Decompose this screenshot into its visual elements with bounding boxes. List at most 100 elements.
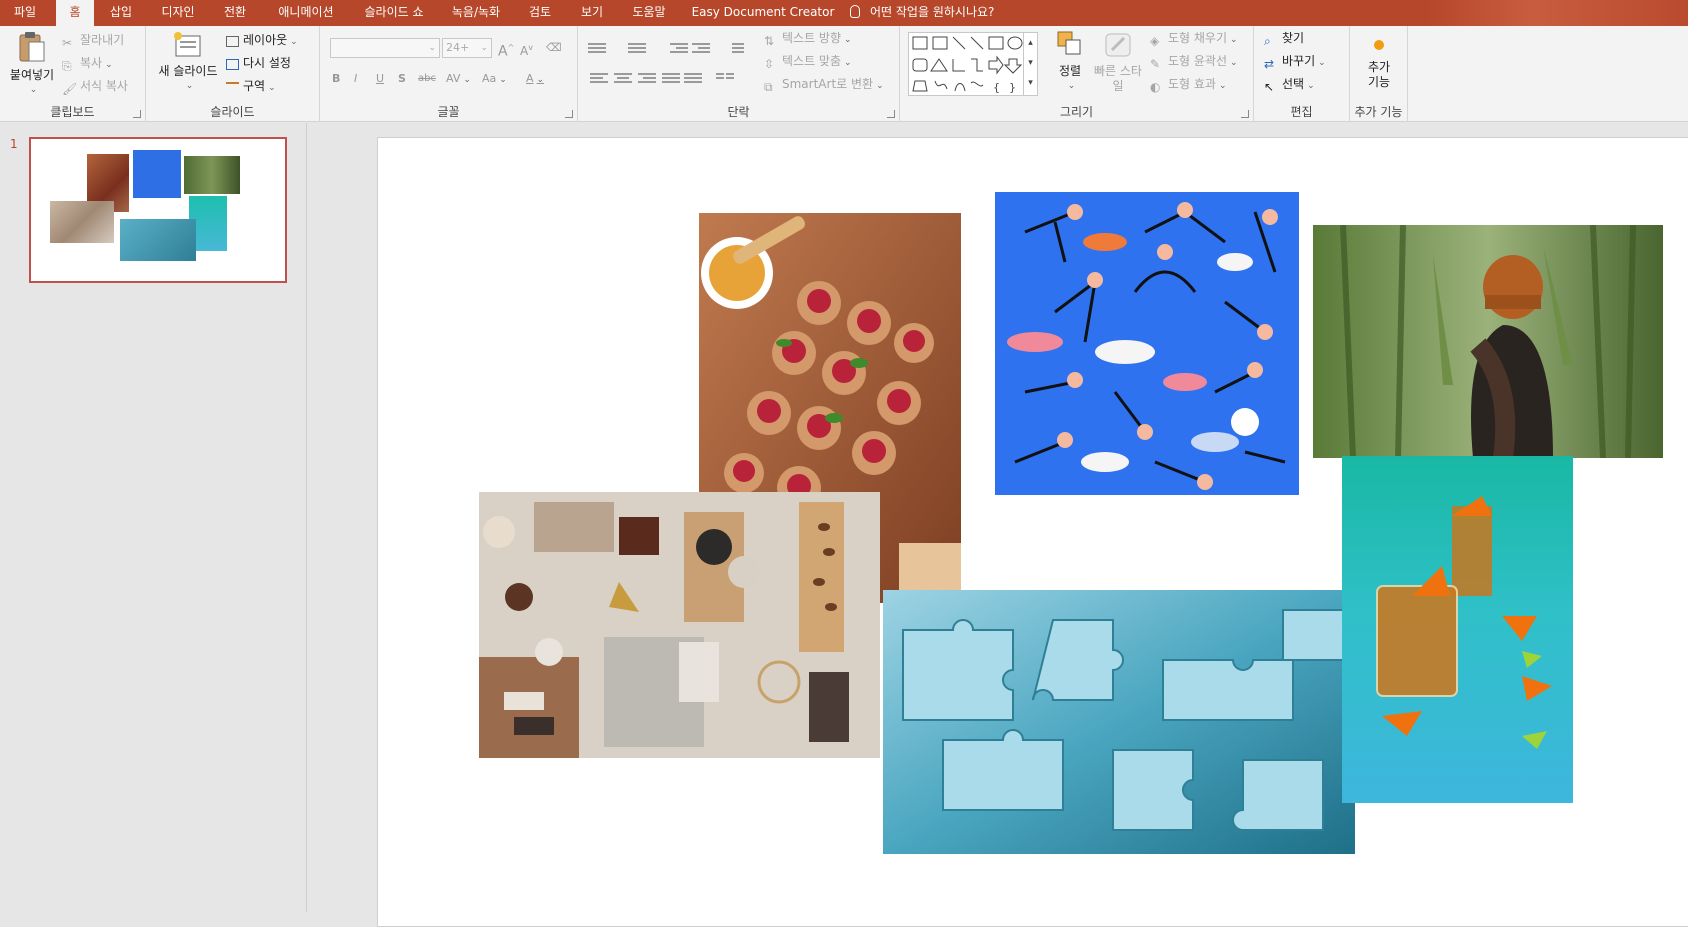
tell-me-box[interactable]: 어떤 작업을 원하시나요? bbox=[850, 0, 994, 26]
quick-styles-label: 빠른 스타일 bbox=[1094, 64, 1142, 93]
shape-fill-button[interactable]: ◈ 도형 채우기 ⌄ bbox=[1150, 28, 1238, 48]
dialog-launcher-icon[interactable] bbox=[887, 110, 895, 118]
bold-icon[interactable]: B bbox=[332, 70, 340, 88]
chevron-down-icon: ⌄ bbox=[1230, 35, 1238, 45]
align-right-icon[interactable] bbox=[638, 72, 656, 86]
copy-button[interactable]: ⎘ 복사 ⌄ bbox=[62, 53, 113, 73]
dialog-launcher-icon[interactable] bbox=[1241, 110, 1249, 118]
shapes-gallery[interactable]: {} ▴ ▾ ▾ bbox=[908, 32, 1038, 96]
chevron-down-icon: ⌄ bbox=[844, 58, 852, 68]
shape-effects-button[interactable]: ◐ 도형 효과 ⌄ bbox=[1150, 74, 1227, 94]
clear-formatting-icon[interactable]: ⌫ bbox=[546, 39, 562, 57]
clipboard-group-label: 클립보드 bbox=[50, 105, 95, 119]
editing-group: ⌕ 찾기 ⇄ 바꾸기 ⌄ ↖ 선택 ⌄ 편집 bbox=[1254, 26, 1350, 122]
tab-help[interactable]: 도움말 bbox=[624, 0, 674, 26]
numbering-icon[interactable] bbox=[628, 41, 646, 55]
align-text-label: 텍스트 맞춤 bbox=[782, 54, 842, 68]
change-case-icon[interactable]: Aa ⌄ bbox=[482, 70, 507, 88]
chevron-down-icon: ⌄ bbox=[1318, 58, 1326, 68]
strikethrough-icon[interactable]: abc bbox=[418, 70, 436, 88]
tab-design[interactable]: 디자인 bbox=[150, 0, 206, 26]
line-spacing-icon[interactable] bbox=[726, 41, 744, 55]
layout-button[interactable]: 레이아웃 ⌄ bbox=[226, 30, 298, 50]
shape-fill-label: 도형 채우기 bbox=[1168, 31, 1228, 45]
thumb-image bbox=[50, 201, 114, 243]
tab-view[interactable]: 보기 bbox=[572, 0, 612, 26]
reset-button[interactable]: 다시 설정 bbox=[226, 53, 291, 73]
paste-button[interactable]: 붙여넣기 ⌄ bbox=[4, 30, 60, 98]
shape-outline-button[interactable]: ✎ 도형 윤곽선 ⌄ bbox=[1150, 51, 1238, 71]
addins-group: 추가 기능 추가 기능 bbox=[1350, 26, 1408, 122]
chevron-down-icon: ⌄ bbox=[1307, 81, 1315, 91]
underline-icon[interactable]: U bbox=[376, 70, 384, 88]
illustration-photo[interactable] bbox=[995, 192, 1299, 495]
columns-icon[interactable] bbox=[716, 72, 734, 86]
cursor-icon: ↖ bbox=[1264, 80, 1275, 94]
decrease-indent-icon[interactable] bbox=[670, 41, 688, 55]
distributed-icon[interactable] bbox=[684, 72, 702, 86]
arrange-label: 정렬 bbox=[1058, 64, 1082, 78]
drawing-group-label: 그리기 bbox=[1059, 105, 1094, 119]
section-label: 구역 bbox=[243, 79, 266, 93]
slides-group: 새 슬라이드 ⌄ 레이아웃 ⌄ 다시 설정 구역 ⌄ 슬라이드 bbox=[146, 26, 320, 122]
layout-label: 레이아웃 bbox=[243, 33, 288, 47]
lightbulb-icon bbox=[850, 5, 860, 18]
new-slide-label: 새 슬라이드 bbox=[158, 64, 218, 78]
copy-label: 복사 bbox=[80, 56, 103, 70]
gallery-scroll[interactable]: ▴ ▾ ▾ bbox=[1023, 33, 1037, 95]
shape-effects-label: 도형 효과 bbox=[1168, 77, 1216, 91]
bullets-icon[interactable] bbox=[588, 41, 606, 55]
text-direction-button[interactable]: ⇅ 텍스트 방향 ⌄ bbox=[764, 28, 852, 48]
char-spacing-icon[interactable]: AV ⌄ bbox=[446, 70, 471, 88]
font-name-box[interactable]: ⌄ bbox=[330, 38, 440, 58]
shape-outline-label: 도형 윤곽선 bbox=[1168, 54, 1228, 68]
shadow-icon[interactable]: S bbox=[398, 70, 406, 88]
align-left-icon[interactable] bbox=[590, 72, 608, 86]
new-slide-button[interactable]: 새 슬라이드 ⌄ bbox=[154, 30, 222, 94]
format-painter-button[interactable]: 🖌 서식 복사 bbox=[62, 76, 128, 96]
clipboard-group: 붙여넣기 ⌄ ✂ 잘라내기 ⎘ 복사 ⌄ 🖌 서식 복사 클립보드 bbox=[0, 26, 146, 122]
dialog-launcher-icon[interactable] bbox=[133, 110, 141, 118]
select-button[interactable]: ↖ 선택 ⌄ bbox=[1264, 74, 1315, 94]
tab-animations[interactable]: 애니메이션 bbox=[266, 0, 346, 26]
section-icon bbox=[226, 82, 239, 93]
align-text-button[interactable]: ⇳ 텍스트 맞춤 ⌄ bbox=[764, 51, 852, 71]
tab-slideshow[interactable]: 슬라이드 쇼 bbox=[354, 0, 434, 26]
replace-button[interactable]: ⇄ 바꾸기 ⌄ bbox=[1264, 51, 1326, 71]
increase-font-icon[interactable]: A^ bbox=[498, 39, 514, 60]
shapes-gallery-icons: {} bbox=[912, 36, 1023, 94]
paragraph-group: ⇅ 텍스트 방향 ⌄ ⇳ 텍스트 맞춤 ⌄ ⧉ SmartArt로 변환 ⌄ 단락 bbox=[578, 26, 900, 122]
slide-thumbnail[interactable] bbox=[29, 137, 287, 283]
addins-group-label: 추가 기능 bbox=[1354, 105, 1403, 119]
section-button[interactable]: 구역 ⌄ bbox=[226, 76, 276, 96]
paste-icon bbox=[19, 32, 45, 62]
find-button[interactable]: ⌕ 찾기 bbox=[1264, 28, 1304, 48]
dialog-launcher-icon[interactable] bbox=[565, 110, 573, 118]
cocktail-photo[interactable] bbox=[1342, 456, 1573, 803]
increase-indent-icon[interactable] bbox=[692, 41, 710, 55]
moodboard-photo[interactable] bbox=[479, 492, 880, 758]
tab-review[interactable]: 검토 bbox=[520, 0, 560, 26]
font-color-icon[interactable]: A ⌄ bbox=[526, 70, 544, 88]
font-size-box[interactable]: 24+ ⌄ bbox=[442, 38, 492, 58]
decrease-font-icon[interactable]: Av bbox=[520, 39, 533, 58]
cut-button[interactable]: ✂ 잘라내기 bbox=[62, 30, 124, 50]
arrange-button[interactable]: 정렬 ⌄ bbox=[1050, 30, 1090, 94]
slide-canvas[interactable] bbox=[377, 137, 1688, 927]
tab-easy-document-creator[interactable]: Easy Document Creator bbox=[688, 0, 838, 26]
puzzle-photo[interactable] bbox=[883, 590, 1355, 854]
slide-number: 1 bbox=[10, 137, 18, 151]
italic-icon[interactable]: I bbox=[354, 70, 357, 88]
tab-record[interactable]: 녹음/녹화 bbox=[442, 0, 510, 26]
tab-transitions[interactable]: 전환 bbox=[212, 0, 258, 26]
quick-styles-button[interactable]: 빠른 스타일 bbox=[1092, 30, 1144, 94]
addins-button[interactable]: 추가 기능 bbox=[1354, 34, 1404, 90]
align-center-icon[interactable] bbox=[614, 72, 632, 86]
tab-insert[interactable]: 삽입 bbox=[100, 0, 142, 26]
justify-icon[interactable] bbox=[662, 72, 680, 86]
smartart-button[interactable]: ⧉ SmartArt로 변환 ⌄ bbox=[764, 74, 884, 94]
slide-thumbnail-pane: 1 bbox=[0, 123, 307, 912]
tab-file[interactable]: 파일 bbox=[0, 0, 50, 26]
cornfield-photo[interactable] bbox=[1313, 225, 1663, 458]
tab-home[interactable]: 홈 bbox=[56, 0, 94, 26]
